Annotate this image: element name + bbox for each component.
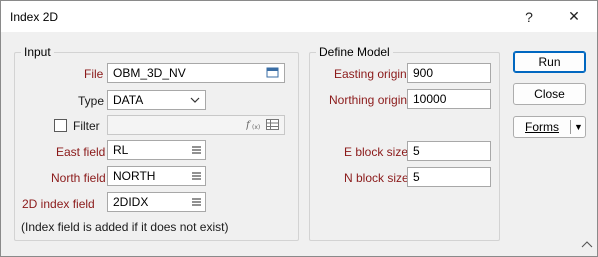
- easting-origin-input[interactable]: 900: [407, 63, 491, 83]
- close-button[interactable]: Close: [513, 83, 586, 105]
- forms-label: Forms: [525, 120, 559, 134]
- filter-checkbox[interactable]: [54, 119, 67, 132]
- svg-text:(x): (x): [252, 124, 260, 131]
- index-field-input[interactable]: 2DIDX: [107, 192, 206, 212]
- help-button[interactable]: ?: [509, 1, 549, 32]
- index-field-note: (Index field is added if it does not exi…: [21, 220, 229, 234]
- index-field-value: 2DIDX: [113, 195, 149, 209]
- run-button[interactable]: Run: [513, 51, 586, 73]
- file-input[interactable]: OBM_3D_NV: [107, 63, 285, 83]
- window-title: Index 2D: [10, 10, 59, 24]
- e-block-size-input[interactable]: 5: [407, 141, 491, 161]
- north-field-input[interactable]: NORTH: [107, 166, 206, 186]
- n-block-size-input[interactable]: 5: [407, 167, 491, 187]
- e-block-size-value: 5: [413, 144, 420, 158]
- table-icon[interactable]: [266, 119, 279, 131]
- file-label: File: [84, 67, 104, 81]
- file-value: OBM_3D_NV: [113, 66, 186, 80]
- northing-origin-label: Northing origin: [329, 93, 408, 107]
- n-block-size-label: N block size: [344, 171, 409, 185]
- chevron-down-icon: [190, 97, 200, 103]
- input-group-legend: Input: [24, 45, 51, 59]
- function-icon[interactable]: f (x): [246, 118, 262, 131]
- help-icon: ?: [525, 8, 533, 25]
- type-label: Type: [78, 94, 105, 108]
- easting-origin-label: Easting origin: [334, 67, 407, 81]
- east-field-label: East field: [56, 145, 106, 159]
- index-2d-dialog: Index 2D ? ✕ Input File OBM_3D_NV Type D…: [0, 0, 598, 257]
- filter-label: Filter: [73, 119, 100, 133]
- filter-input[interactable]: f (x): [107, 115, 285, 135]
- list-icon[interactable]: [192, 198, 201, 206]
- collapse-chevron-icon[interactable]: [580, 238, 594, 252]
- northing-origin-input[interactable]: 10000: [407, 89, 491, 109]
- browse-file-icon[interactable]: [266, 66, 279, 79]
- type-select[interactable]: DATA: [107, 90, 206, 110]
- n-block-size-value: 5: [413, 170, 420, 184]
- east-field-value: RL: [113, 143, 129, 157]
- close-window-button[interactable]: ✕: [554, 1, 594, 32]
- north-field-label: North field: [51, 171, 106, 185]
- close-icon: ✕: [568, 8, 580, 24]
- list-icon[interactable]: [192, 172, 201, 180]
- index-field-label: 2D index field: [22, 197, 95, 211]
- north-field-value: NORTH: [113, 169, 156, 183]
- define-model-legend: Define Model: [319, 45, 390, 59]
- list-icon[interactable]: [192, 146, 201, 154]
- e-block-size-label: E block size: [344, 145, 409, 159]
- forms-divider: [570, 120, 571, 134]
- forms-button[interactable]: Forms ▼: [513, 116, 586, 138]
- type-value: DATA: [113, 93, 144, 107]
- east-field-input[interactable]: RL: [107, 140, 206, 160]
- title-bar: Index 2D ? ✕: [1, 1, 597, 32]
- easting-origin-value: 900: [413, 66, 434, 80]
- forms-dropdown-icon[interactable]: ▼: [574, 117, 583, 137]
- northing-origin-value: 10000: [413, 92, 447, 106]
